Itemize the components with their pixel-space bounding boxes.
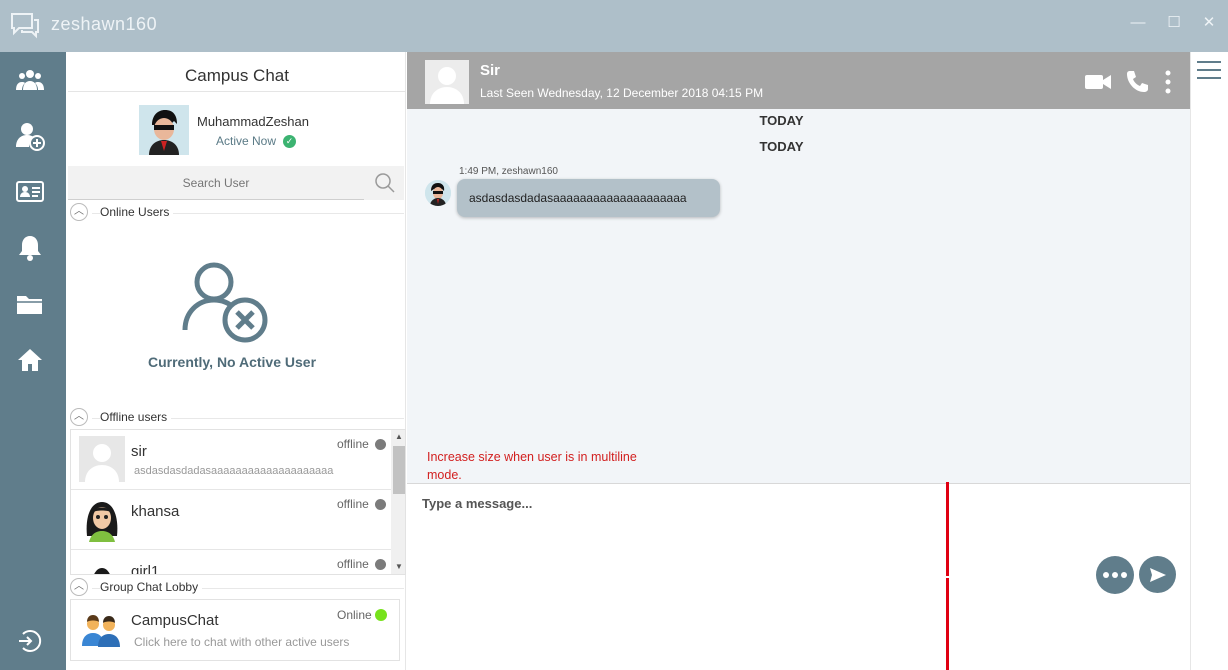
contact-avatar[interactable] bbox=[425, 60, 469, 104]
folder-icon[interactable] bbox=[15, 289, 45, 319]
avatar bbox=[79, 556, 125, 574]
chat-area: Sir Last Seen Wednesday, 12 December 201… bbox=[407, 52, 1190, 670]
nav-rail bbox=[0, 52, 66, 670]
app-window: zeshawn160 — ☐ ✕ Campus Chat MuhammadZes… bbox=[0, 0, 1228, 670]
search-bar bbox=[68, 166, 404, 200]
search-icon[interactable] bbox=[374, 172, 396, 194]
sender-avatar bbox=[425, 180, 451, 206]
status-text: offline bbox=[337, 557, 369, 571]
contact-card-icon[interactable] bbox=[15, 177, 45, 207]
avatar bbox=[79, 436, 125, 482]
offline-users-label: Offline users bbox=[100, 410, 172, 424]
annotation-line bbox=[946, 482, 949, 576]
scroll-thumb[interactable] bbox=[393, 446, 405, 494]
list-item[interactable]: khansa offline bbox=[71, 490, 391, 550]
chevron-up-icon[interactable]: ︿ bbox=[70, 408, 88, 426]
status-dot bbox=[375, 609, 387, 621]
chat-bubbles-icon bbox=[10, 12, 40, 40]
group-users-icon bbox=[81, 612, 121, 648]
no-user-icon bbox=[182, 260, 270, 348]
my-status: Active Now bbox=[216, 134, 277, 148]
chevron-up-icon[interactable]: ︿ bbox=[70, 203, 88, 221]
more-options-icon[interactable] bbox=[1161, 69, 1175, 95]
status-text: Online bbox=[337, 608, 372, 622]
panel-title: Campus Chat bbox=[68, 60, 406, 92]
contact-name: Sir bbox=[480, 62, 501, 79]
day-separator: TODAY bbox=[759, 113, 804, 128]
last-seen-text: Last Seen Wednesday, 12 December 2018 04… bbox=[480, 86, 764, 100]
add-user-icon[interactable] bbox=[15, 121, 45, 151]
last-message: asdasdasdadasaaaaaaaaaaaaaaaaaaaa bbox=[134, 465, 334, 477]
message-composer bbox=[407, 483, 1190, 670]
group-lobby-header[interactable]: ︿ Group Chat Lobby bbox=[68, 578, 404, 596]
users-group-icon[interactable] bbox=[15, 65, 45, 95]
online-users-label: Online Users bbox=[100, 205, 174, 219]
offline-users-header[interactable]: ︿ Offline users bbox=[68, 408, 404, 426]
scrollbar[interactable]: ▲ ▼ bbox=[391, 430, 405, 574]
day-separator: TODAY bbox=[759, 139, 804, 154]
message-input[interactable] bbox=[407, 484, 1097, 670]
group-name: CampusChat bbox=[131, 612, 219, 629]
window-title: zeshawn160 bbox=[51, 14, 158, 34]
my-avatar[interactable] bbox=[139, 105, 189, 155]
group-chat-item[interactable]: CampusChat Click here to chat with other… bbox=[70, 599, 400, 661]
send-button[interactable] bbox=[1139, 556, 1176, 593]
my-name: MuhammadZeshan bbox=[197, 114, 309, 129]
offline-users-list: sir asdasdasdadasaaaaaaaaaaaaaaaaaaaa of… bbox=[70, 429, 406, 575]
user-name: girl1 bbox=[131, 563, 160, 575]
status-dot bbox=[375, 439, 386, 450]
chevron-up-icon[interactable]: ︿ bbox=[70, 578, 88, 596]
user-name: sir bbox=[131, 443, 147, 460]
annotation-text: Increase size when user is in multiline … bbox=[427, 450, 637, 482]
chat-header: Sir Last Seen Wednesday, 12 December 201… bbox=[407, 52, 1190, 109]
status-text: offline bbox=[337, 437, 369, 451]
avatar bbox=[79, 496, 125, 542]
contacts-panel: Campus Chat MuhammadZeshan Active Now ✓ … bbox=[66, 52, 406, 670]
scroll-up-arrow-icon[interactable]: ▲ bbox=[391, 430, 405, 444]
user-name: khansa bbox=[131, 503, 180, 520]
bell-icon[interactable] bbox=[15, 233, 45, 263]
no-active-user-text: Currently, No Active User bbox=[147, 354, 317, 370]
group-lobby-label: Group Chat Lobby bbox=[100, 580, 203, 594]
annotation-line bbox=[946, 578, 949, 670]
online-users-header[interactable]: ︿ Online Users bbox=[68, 203, 404, 221]
home-icon[interactable] bbox=[15, 345, 45, 375]
minimize-button[interactable]: — bbox=[1129, 14, 1147, 32]
message-bubble[interactable]: asdasdasdadasaaaaaaaaaaaaaaaaaaaa bbox=[457, 179, 720, 217]
title-bar: zeshawn160 — ☐ ✕ bbox=[0, 0, 1228, 52]
scroll-down-arrow-icon[interactable]: ▼ bbox=[391, 560, 405, 574]
list-item[interactable]: sir asdasdasdadasaaaaaaaaaaaaaaaaaaaa of… bbox=[71, 430, 391, 490]
group-subtitle: Click here to chat with other active use… bbox=[134, 635, 350, 649]
check-icon: ✓ bbox=[283, 135, 296, 148]
list-item[interactable]: girl1 offline bbox=[71, 550, 391, 575]
close-button[interactable]: ✕ bbox=[1200, 14, 1218, 32]
side-menu-column bbox=[1190, 52, 1228, 670]
logout-icon[interactable] bbox=[15, 626, 45, 656]
video-call-icon[interactable] bbox=[1084, 69, 1112, 95]
status-dot bbox=[375, 499, 386, 510]
search-input[interactable] bbox=[68, 166, 364, 200]
status-dot bbox=[375, 559, 386, 570]
phone-icon[interactable] bbox=[1125, 69, 1149, 95]
message-meta: 1:49 PM, zeshawn160 bbox=[459, 166, 558, 177]
maximize-button[interactable]: ☐ bbox=[1165, 14, 1183, 32]
more-actions-button[interactable] bbox=[1096, 556, 1134, 594]
status-text: offline bbox=[337, 497, 369, 511]
hamburger-menu-icon[interactable] bbox=[1197, 60, 1221, 80]
